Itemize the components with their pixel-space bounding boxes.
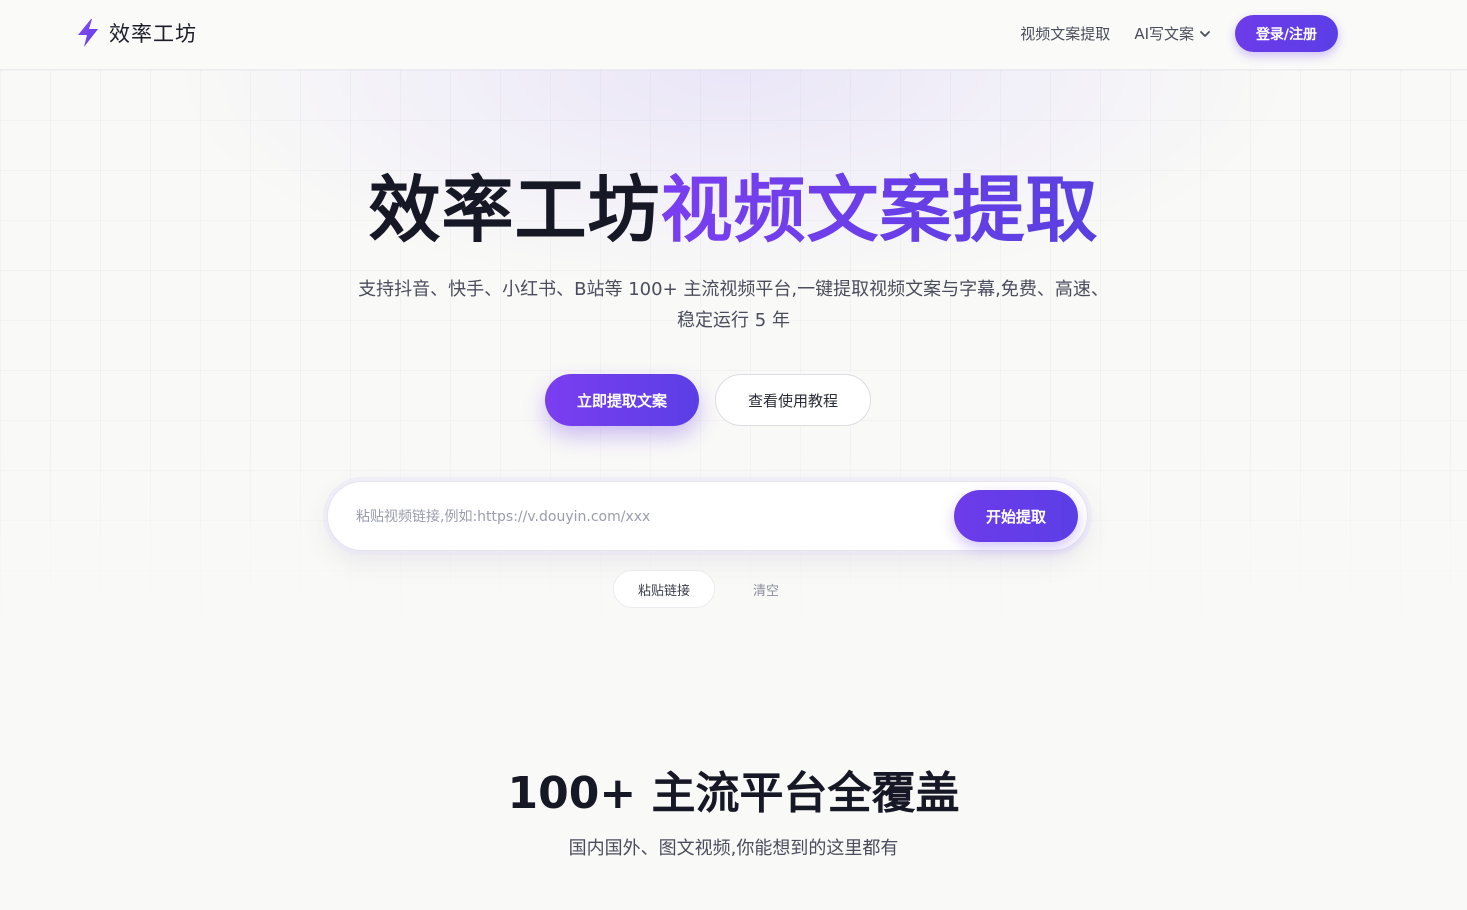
lightning-bolt-icon (78, 19, 98, 47)
start-extract-button[interactable]: 开始提取 (954, 490, 1078, 542)
video-link-search-bar: 开始提取 (327, 481, 1088, 551)
nav-ai-writing-dropdown[interactable]: AI写文案 (1134, 23, 1211, 44)
login-register-button[interactable]: 登录/注册 (1235, 15, 1338, 52)
brand-name: 效率工坊 (109, 22, 197, 46)
paste-link-button[interactable]: 粘贴链接 (613, 570, 715, 608)
main-nav: 视频文案提取 AI写文案 登录/注册 (1020, 15, 1338, 52)
video-link-input[interactable] (356, 498, 946, 536)
platforms-section-title: 100+ 主流平台全覆盖 (507, 768, 960, 819)
hero-title-highlight: 视频文案提取 (660, 168, 1099, 252)
platforms-section-subtitle: 国内国外、图文视频,你能想到的这里都有 (568, 838, 899, 859)
top-navbar: 效率工坊 视频文案提取 AI写文案 登录/注册 (0, 0, 1467, 70)
view-tutorial-button[interactable]: 查看使用教程 (715, 374, 871, 426)
brand-logo[interactable]: 效率工坊 (75, 18, 197, 48)
nav-video-extract[interactable]: 视频文案提取 (1020, 23, 1110, 44)
extract-now-button[interactable]: 立即提取文案 (545, 374, 699, 426)
hero-cta-group: 立即提取文案 查看使用教程 (545, 374, 871, 426)
hero-title: 效率工坊视频文案提取 (0, 170, 1467, 250)
hero-background-fade (0, 430, 1467, 690)
search-secondary-actions: 粘贴链接 清空 (613, 570, 793, 608)
clear-button[interactable]: 清空 (739, 570, 793, 608)
nav-ai-writing-label: AI写文案 (1134, 25, 1194, 43)
hero-title-brand: 效率工坊 (368, 168, 661, 252)
chevron-down-icon (1200, 30, 1210, 37)
nav-video-extract-label: 视频文案提取 (1020, 25, 1111, 43)
hero-subtitle: 支持抖音、快手、小红书、B站等 100+ 主流视频平台,一键提取视频文案与字幕,… (358, 279, 1109, 331)
